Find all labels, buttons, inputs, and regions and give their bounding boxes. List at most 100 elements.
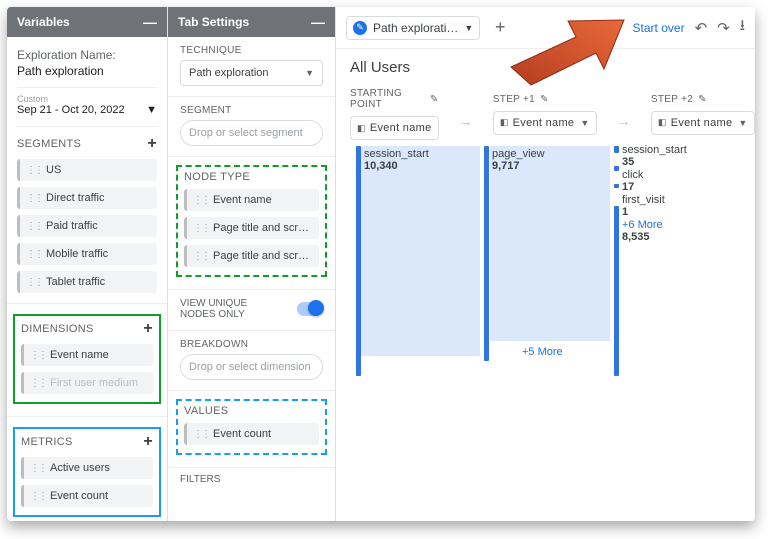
collapse-variables-button[interactable]: — [143,15,157,29]
drag-icon: ⋮⋮ [193,429,209,440]
step2-select[interactable]: ◧Event name▼ [651,111,755,135]
segment-chip[interactable]: ⋮⋮Direct traffic [17,187,157,209]
segment-chip[interactable]: ⋮⋮Mobile traffic [17,243,157,265]
exploration-name-label: Exploration Name: [17,47,157,63]
step1-select[interactable]: ◧Event name▼ [493,111,597,135]
node-name[interactable]: session_start [364,148,429,160]
tab-settings-panel: Tab Settings — TECHNIQUE Path exploratio… [168,7,336,521]
node-bar[interactable] [356,146,361,376]
node-bar[interactable] [484,146,489,361]
metric-chip[interactable]: ⋮⋮Active users [21,457,153,479]
dimension-chip[interactable]: ⋮⋮First user medium [21,372,153,394]
metrics-label: METRICS [21,436,73,448]
segment-drop-zone[interactable]: Drop or select segment [180,120,323,146]
drag-icon: ⋮⋮ [30,463,46,474]
node-icon: ◧ [500,117,509,128]
node-bar[interactable] [614,166,619,171]
node-name[interactable]: click [622,169,687,181]
tab-settings-header: Tab Settings — [168,7,335,37]
node-count: 35 [622,156,687,168]
technique-label: TECHNIQUE [168,37,335,60]
tab-name-label: Path explorati… [373,21,458,35]
segment-chip[interactable]: ⋮⋮Tablet traffic [17,271,157,293]
collapse-tab-settings-button[interactable]: — [311,15,325,29]
values-highlight-box: VALUES ⋮⋮Event count [176,399,327,455]
flow-ribbon [360,146,480,356]
node-count: 10,340 [364,160,429,172]
segment-chip[interactable]: ⋮⋮US [17,159,157,181]
node-count: 17 [622,181,687,193]
drag-icon: ⋮⋮ [26,277,42,288]
drag-icon: ⋮⋮ [193,251,209,262]
variables-header: Variables — [7,7,167,37]
technique-value: Path exploration [189,67,269,79]
undo-button[interactable]: ↶ [695,19,708,37]
chevron-down-icon: ▼ [738,118,747,128]
node-type-chip[interactable]: ⋮⋮Page title and scree… [184,217,319,239]
technique-select[interactable]: Path exploration ▼ [180,60,323,86]
annotation-arrow [506,7,626,87]
node-name[interactable]: session_start [622,144,687,156]
metrics-highlight-box: METRICS + ⋮⋮Active users ⋮⋮Event count [13,427,161,517]
add-metric-button[interactable]: + [143,433,153,451]
exploration-tab[interactable]: ✎ Path explorati… ▼ [346,16,480,40]
drag-icon: ⋮⋮ [30,378,46,389]
download-button[interactable]: ⭳ [740,15,745,40]
dimension-chip[interactable]: ⋮⋮Event name [21,344,153,366]
drag-icon: ⋮⋮ [26,165,42,176]
filters-label: FILTERS [168,468,335,491]
segment-chip[interactable]: ⋮⋮Paid traffic [17,215,157,237]
chevron-down-icon: ▼ [464,23,473,33]
app-window: Variables — Exploration Name: Path explo… [7,7,755,521]
variables-title: Variables [17,15,70,29]
node-count: 1 [622,206,687,218]
show-more-link[interactable]: +5 More [522,346,563,358]
starting-point-label: STARTING POINT [350,88,425,110]
drag-icon: ⋮⋮ [30,491,46,502]
arrow-icon: → [617,99,631,129]
date-range-value: Sep 21 - Oct 20, 2022 [17,104,125,116]
variables-panel: Variables — Exploration Name: Path explo… [7,7,168,521]
node-count: 9,717 [492,160,545,172]
node-bar[interactable] [614,206,619,376]
breakdown-label: BREAKDOWN [168,331,335,354]
node-name[interactable]: first_visit [622,194,687,206]
show-more-link[interactable]: +6 More [622,219,687,231]
node-name[interactable]: page_view [492,148,545,160]
node-type-label: NODE TYPE [184,171,250,183]
unique-nodes-label: VIEW UNIQUE NODES ONLY [180,298,280,320]
node-bar[interactable] [614,184,619,188]
unique-nodes-toggle[interactable] [297,302,323,316]
step0-select[interactable]: ◧Event name [350,116,439,140]
values-label: VALUES [184,405,228,417]
segments-label: SEGMENTS [17,138,81,150]
segment-section-label: SEGMENT [168,97,335,120]
step2-label: STEP +2 [651,94,693,105]
drag-icon: ⋮⋮ [26,193,42,204]
arrow-icon: → [459,99,473,129]
breakdown-drop-zone[interactable]: Drop or select dimension [180,354,323,380]
drag-icon: ⋮⋮ [193,223,209,234]
start-over-link[interactable]: Start over [633,21,685,35]
node-type-chip[interactable]: ⋮⋮Page title and scree… [184,245,319,267]
node-type-chip[interactable]: ⋮⋮Event name [184,189,319,211]
drag-icon: ⋮⋮ [30,350,46,361]
edit-icon[interactable]: ✎ [698,94,707,105]
metric-chip[interactable]: ⋮⋮Event count [21,485,153,507]
edit-icon[interactable]: ✎ [430,94,439,105]
path-chart: session_start 10,340 page_view 9,717 +5 … [350,146,745,446]
redo-button[interactable]: ↷ [717,19,730,37]
values-chip[interactable]: ⋮⋮Event count [184,423,319,445]
chevron-down-icon: ▼ [305,68,314,78]
chevron-down-icon: ▼ [146,104,157,116]
date-range-picker[interactable]: Sep 21 - Oct 20, 2022 ▼ [17,104,157,127]
edit-icon[interactable]: ✎ [540,94,549,105]
node-bar[interactable] [614,146,619,153]
add-segment-button[interactable]: + [147,135,157,153]
add-dimension-button[interactable]: + [143,320,153,338]
drag-icon: ⋮⋮ [26,249,42,260]
node-icon: ◧ [658,117,667,128]
exploration-name-value[interactable]: Path exploration [17,63,157,79]
edit-icon: ✎ [353,21,367,35]
step1-value: Event name [513,117,575,129]
